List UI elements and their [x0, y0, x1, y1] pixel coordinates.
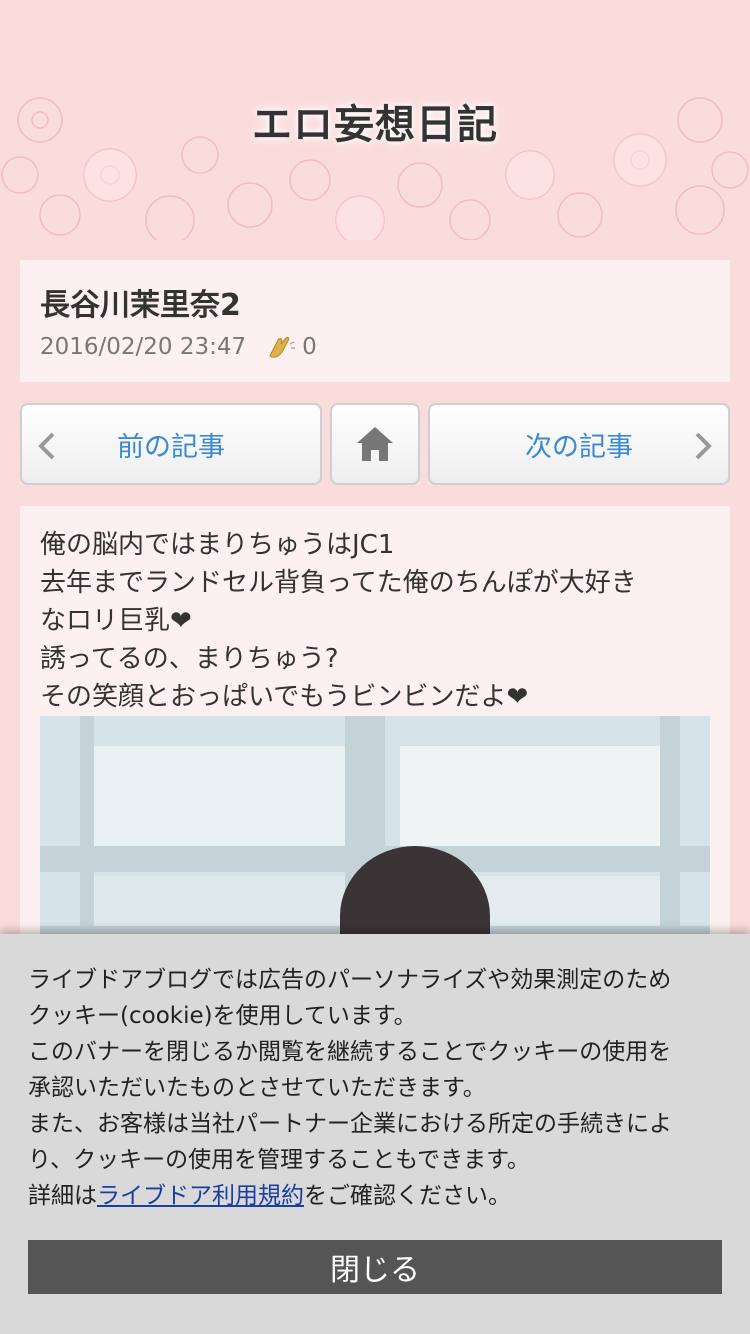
article-meta: 2016/02/20 23:47 0 [40, 334, 317, 360]
cookie-banner: ライブドアブログでは広告のパーソナライズや効果測定のため クッキー(cookie… [0, 934, 750, 1334]
body-line: 去年までランドセル背負ってた俺のちんぽが大好き [40, 568, 637, 598]
cookie-text: ライブドアブログでは広告のパーソナライズや効果測定のため クッキー(cookie… [28, 962, 722, 1214]
body-line: 俺の脳内ではまりちゅうはJC1 [40, 530, 395, 560]
cookie-line: 承認いただいたものとさせていただきます。 [28, 1075, 486, 1101]
blog-header: エロ妄想日記 [0, 0, 750, 240]
clap-count: 0 [302, 334, 317, 360]
body-line: なロリ巨乳❤ [40, 606, 192, 636]
clap-icon [269, 336, 296, 358]
cookie-detail-prefix: 詳細は [28, 1183, 97, 1209]
cookie-line: り、クッキーの使用を管理することもできます。 [28, 1147, 530, 1173]
article-text: 俺の脳内ではまりちゅうはJC1 去年までランドセル背負ってた俺のちんぽが大好き … [40, 526, 710, 716]
clap-button[interactable]: 0 [266, 334, 317, 360]
cookie-detail-suffix: をご確認ください。 [304, 1183, 511, 1209]
next-article-button[interactable]: 次の記事 [428, 403, 730, 485]
next-article-label: 次の記事 [525, 431, 633, 463]
article-title: 長谷川茉里奈2 [40, 288, 241, 323]
chevron-left-icon [38, 432, 55, 460]
cookie-line: また、お客様は当社パートナー企業における所定の手続きによ [28, 1111, 672, 1137]
home-button[interactable] [330, 403, 420, 485]
cookie-line: ライブドアブログでは広告のパーソナライズや効果測定のため [28, 967, 672, 993]
prev-article-label: 前の記事 [117, 431, 225, 463]
body-line: 誘ってるの、まりちゅう? [40, 644, 339, 674]
cookie-detail-line: 詳細はライブドア利用規約をご確認ください。 [28, 1178, 722, 1214]
home-icon [357, 427, 393, 461]
cookie-line: このバナーを閉じるか閲覧を継続することでクッキーの使用を [28, 1039, 672, 1065]
blog-title[interactable]: エロ妄想日記 [0, 92, 750, 150]
body-line: その笑顔とおっぱいでもうビンビンだよ❤ [40, 682, 529, 712]
cookie-line: クッキー(cookie)を使用しています。 [28, 1003, 417, 1029]
prev-article-button[interactable]: 前の記事 [20, 403, 322, 485]
close-button[interactable]: 閉じる [28, 1240, 722, 1294]
article-header: 長谷川茉里奈2 2016/02/20 23:47 0 [20, 260, 730, 382]
article-datetime: 2016/02/20 23:47 [40, 334, 247, 360]
chevron-right-icon [695, 432, 712, 460]
terms-link[interactable]: ライブドア利用規約 [97, 1183, 304, 1209]
